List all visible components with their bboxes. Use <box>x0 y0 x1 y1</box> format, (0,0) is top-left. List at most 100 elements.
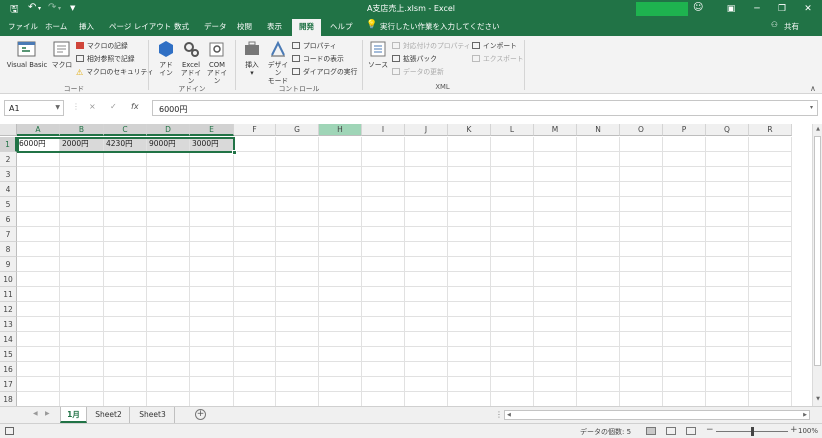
cell-b5[interactable] <box>60 197 104 212</box>
row-header-15[interactable]: 15 <box>0 347 17 362</box>
column-header-n[interactable]: N <box>577 124 620 136</box>
cell-o11[interactable] <box>620 287 663 302</box>
tab-view[interactable]: 表示 <box>267 21 282 32</box>
xml-source-button[interactable]: ソース <box>367 39 389 69</box>
cell-p17[interactable] <box>663 377 706 392</box>
cell-f6[interactable] <box>234 212 276 227</box>
tab-review[interactable]: 校閲 <box>237 21 252 32</box>
cell-f4[interactable] <box>234 182 276 197</box>
macro-security-button[interactable]: ⚠ マクロのセキュリティ <box>76 66 154 77</box>
cell-e4[interactable] <box>190 182 234 197</box>
cell-q12[interactable] <box>706 302 749 317</box>
cell-e1[interactable]: 3000円 <box>190 137 234 152</box>
cell-m17[interactable] <box>534 377 577 392</box>
cell-e7[interactable] <box>190 227 234 242</box>
row-header-6[interactable]: 6 <box>0 212 17 227</box>
cell-a12[interactable] <box>17 302 60 317</box>
cell-r10[interactable] <box>749 272 792 287</box>
row-header-18[interactable]: 18 <box>0 392 17 406</box>
column-header-r[interactable]: R <box>749 124 792 136</box>
cell-g10[interactable] <box>276 272 319 287</box>
tab-help[interactable]: ヘルプ <box>330 21 353 32</box>
cell-p9[interactable] <box>663 257 706 272</box>
cell-n17[interactable] <box>577 377 620 392</box>
normal-view-icon[interactable] <box>646 427 656 435</box>
cell-c7[interactable] <box>104 227 147 242</box>
cell-h13[interactable] <box>319 317 362 332</box>
cell-m1[interactable] <box>534 137 577 152</box>
cell-a10[interactable] <box>17 272 60 287</box>
cell-n15[interactable] <box>577 347 620 362</box>
sheet-tab-jan[interactable]: 1月 <box>60 407 87 423</box>
cell-h3[interactable] <box>319 167 362 182</box>
cell-c13[interactable] <box>104 317 147 332</box>
cell-e5[interactable] <box>190 197 234 212</box>
cell-n2[interactable] <box>577 152 620 167</box>
cell-e3[interactable] <box>190 167 234 182</box>
cell-o5[interactable] <box>620 197 663 212</box>
cell-l9[interactable] <box>491 257 534 272</box>
tab-split-handle[interactable]: ⋮ <box>495 410 503 419</box>
column-header-k[interactable]: K <box>448 124 491 136</box>
cell-b12[interactable] <box>60 302 104 317</box>
cell-i9[interactable] <box>362 257 405 272</box>
scroll-up-icon[interactable]: ▲ <box>813 126 822 132</box>
cell-c3[interactable] <box>104 167 147 182</box>
cell-d7[interactable] <box>147 227 190 242</box>
cell-o2[interactable] <box>620 152 663 167</box>
macro-record-status-icon[interactable] <box>5 427 14 435</box>
cell-m15[interactable] <box>534 347 577 362</box>
cell-f17[interactable] <box>234 377 276 392</box>
cell-h5[interactable] <box>319 197 362 212</box>
chevron-down-icon[interactable]: ▼ <box>55 104 60 111</box>
cell-k1[interactable] <box>448 137 491 152</box>
cell-r13[interactable] <box>749 317 792 332</box>
ribbon-display-options-icon[interactable]: ▣ <box>720 1 742 17</box>
cell-p16[interactable] <box>663 362 706 377</box>
cell-r18[interactable] <box>749 392 792 406</box>
row-header-3[interactable]: 3 <box>0 167 17 182</box>
cell-r14[interactable] <box>749 332 792 347</box>
cell-f13[interactable] <box>234 317 276 332</box>
cell-c15[interactable] <box>104 347 147 362</box>
cell-k18[interactable] <box>448 392 491 406</box>
cell-q16[interactable] <box>706 362 749 377</box>
cell-n1[interactable] <box>577 137 620 152</box>
cell-g7[interactable] <box>276 227 319 242</box>
cell-l17[interactable] <box>491 377 534 392</box>
cell-b14[interactable] <box>60 332 104 347</box>
zoom-in-button[interactable]: + <box>790 425 798 435</box>
column-header-m[interactable]: M <box>534 124 577 136</box>
cell-f9[interactable] <box>234 257 276 272</box>
cell-i4[interactable] <box>362 182 405 197</box>
cell-d1[interactable]: 9000円 <box>147 137 190 152</box>
column-header-j[interactable]: J <box>405 124 448 136</box>
cell-n16[interactable] <box>577 362 620 377</box>
cell-m11[interactable] <box>534 287 577 302</box>
cell-d17[interactable] <box>147 377 190 392</box>
row-header-8[interactable]: 8 <box>0 242 17 257</box>
cell-m14[interactable] <box>534 332 577 347</box>
cell-n7[interactable] <box>577 227 620 242</box>
cell-k10[interactable] <box>448 272 491 287</box>
row-header-9[interactable]: 9 <box>0 257 17 272</box>
cell-d6[interactable] <box>147 212 190 227</box>
cell-a14[interactable] <box>17 332 60 347</box>
cell-f12[interactable] <box>234 302 276 317</box>
cell-o9[interactable] <box>620 257 663 272</box>
cell-i5[interactable] <box>362 197 405 212</box>
cell-h2[interactable] <box>319 152 362 167</box>
cell-l11[interactable] <box>491 287 534 302</box>
cell-q1[interactable] <box>706 137 749 152</box>
cell-g9[interactable] <box>276 257 319 272</box>
cell-e8[interactable] <box>190 242 234 257</box>
cell-d16[interactable] <box>147 362 190 377</box>
cell-m18[interactable] <box>534 392 577 406</box>
cell-p12[interactable] <box>663 302 706 317</box>
cell-c8[interactable] <box>104 242 147 257</box>
cell-h9[interactable] <box>319 257 362 272</box>
cell-g4[interactable] <box>276 182 319 197</box>
cell-n14[interactable] <box>577 332 620 347</box>
cell-k2[interactable] <box>448 152 491 167</box>
zoom-level[interactable]: 100% <box>798 427 818 435</box>
